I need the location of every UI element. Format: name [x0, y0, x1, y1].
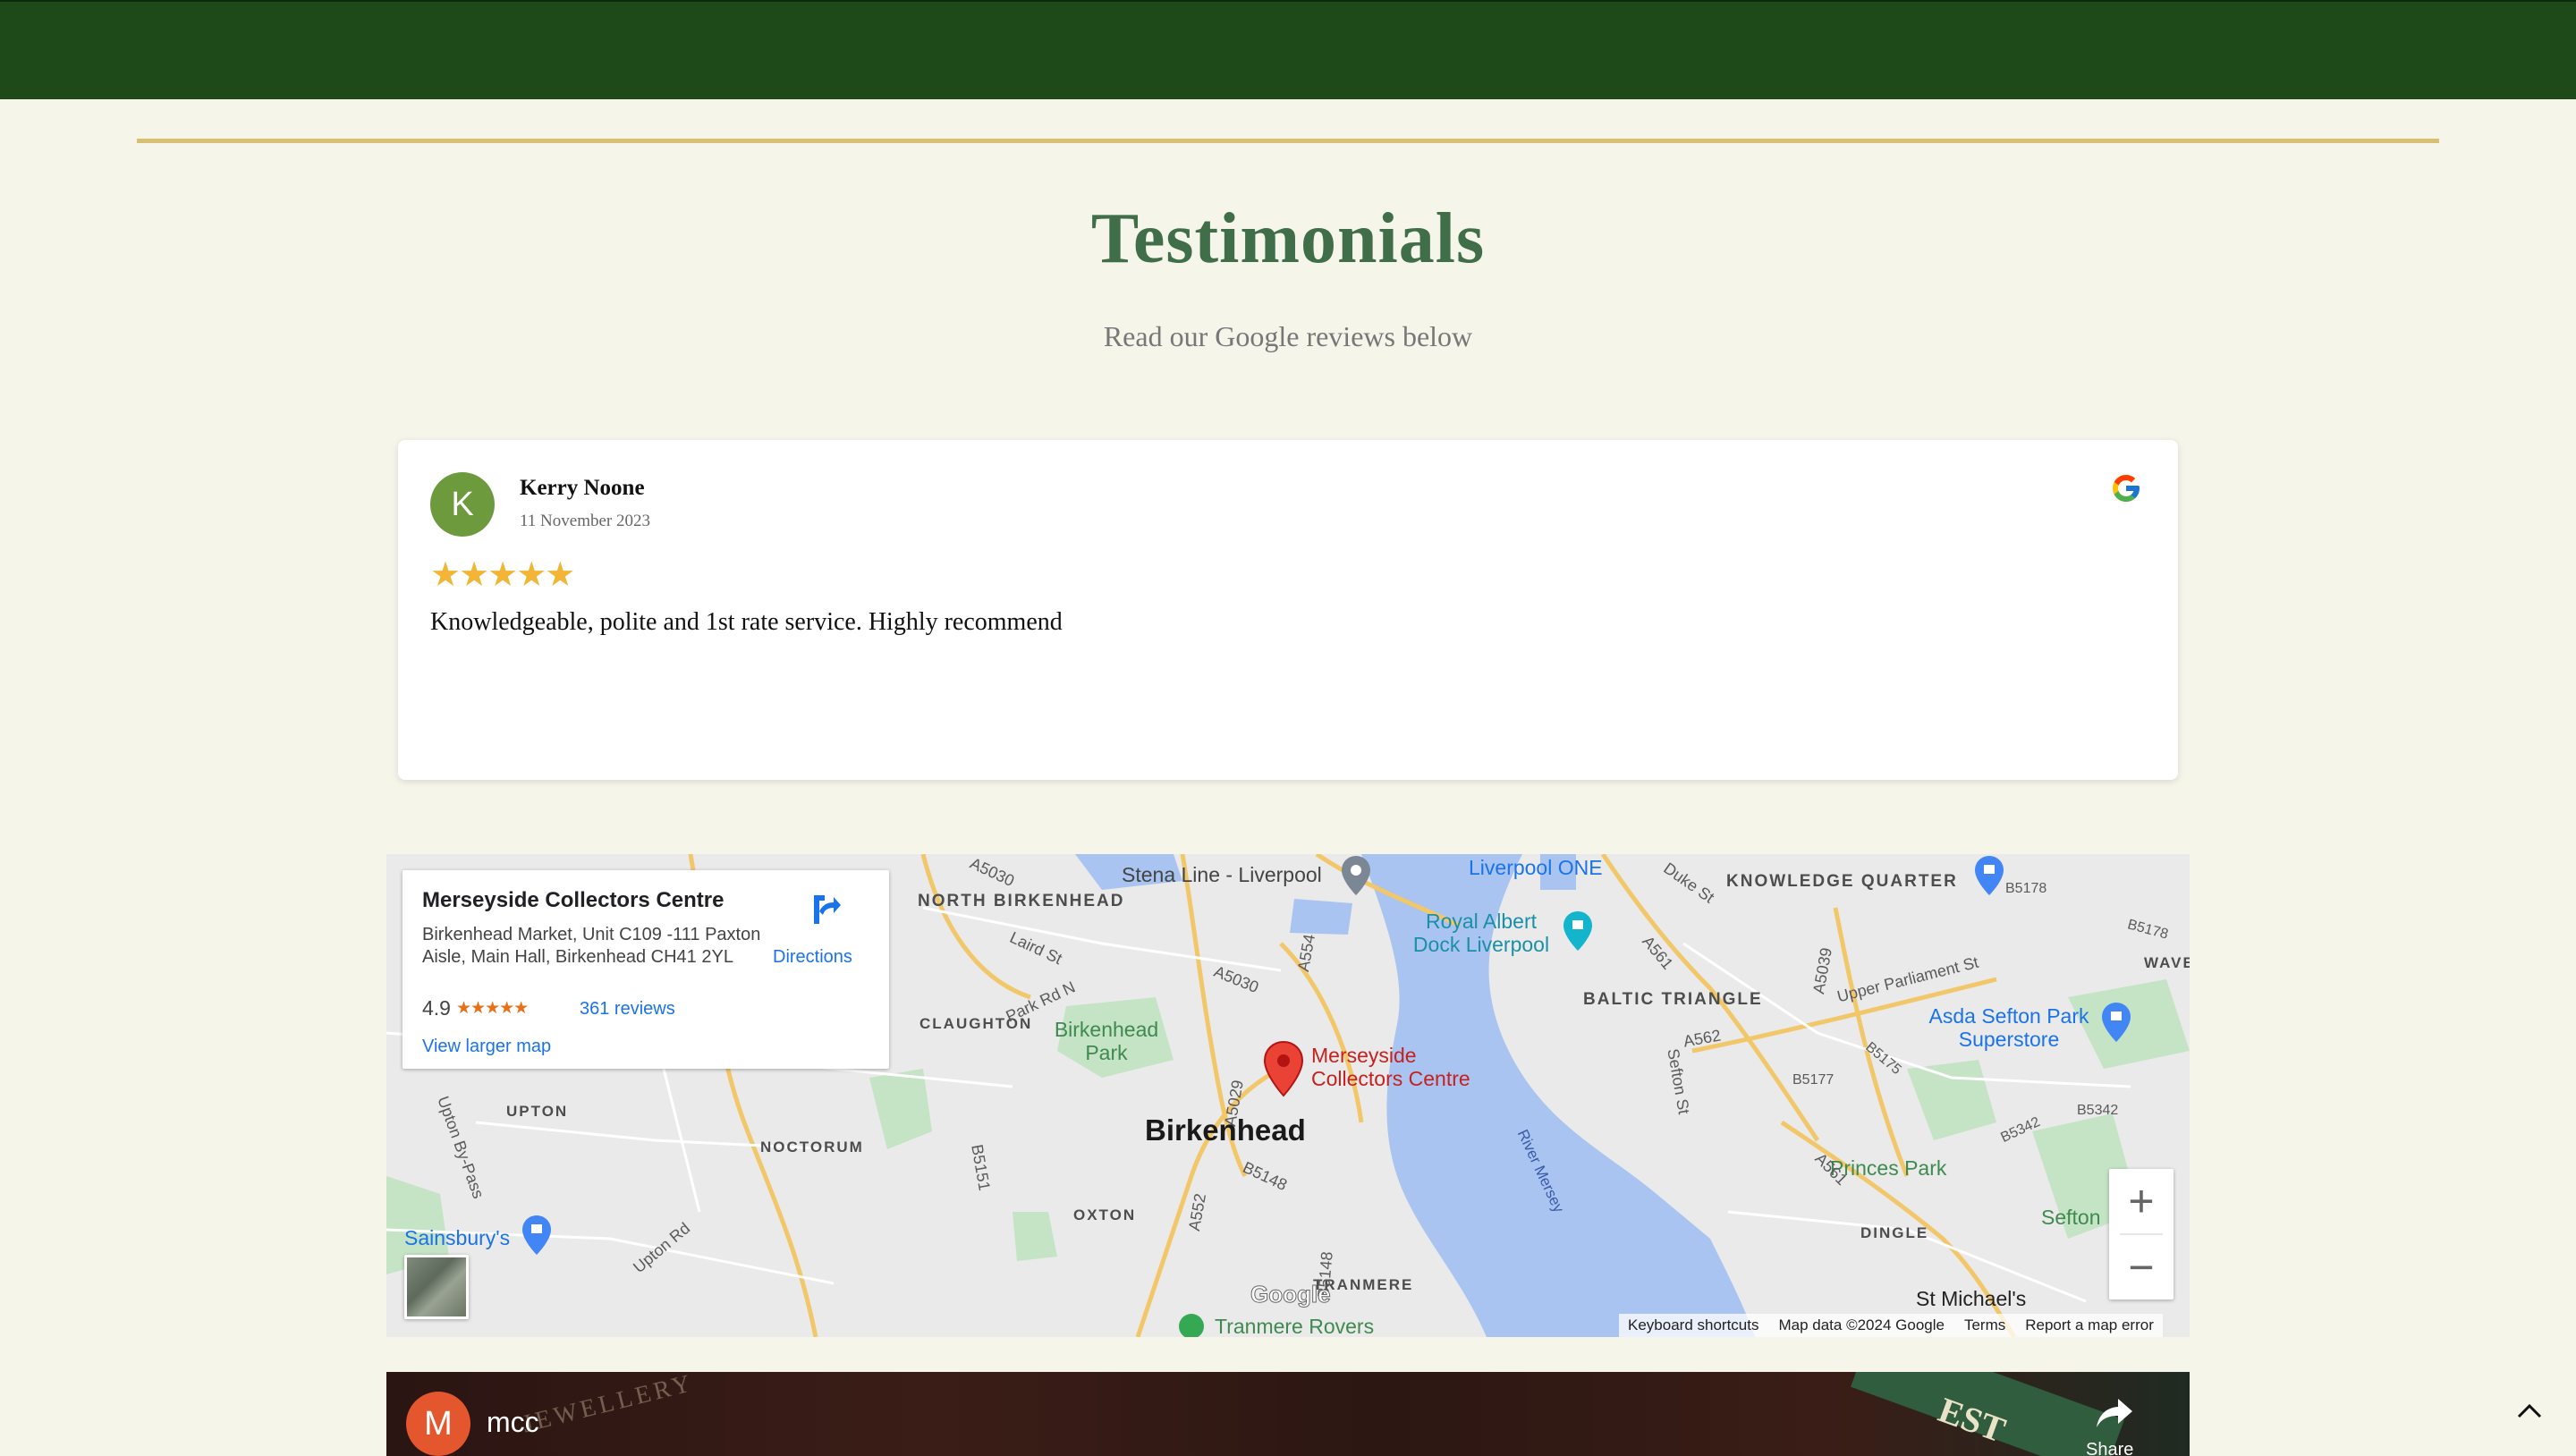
map-label-dingle: DINGLE	[1860, 1224, 1929, 1241]
zoom-controls: + −	[2109, 1169, 2174, 1299]
asda-pin-icon[interactable]	[2100, 1001, 2132, 1044]
view-larger-map-link[interactable]: View larger map	[422, 1037, 551, 1057]
map-label-wave: WAVE	[2144, 954, 2190, 971]
sainsburys-pin-icon[interactable]	[521, 1214, 553, 1257]
place-address: Birkenhead Market, Unit C109 -111 Paxton…	[422, 925, 761, 967]
ferry-pin-icon[interactable]	[1340, 854, 1372, 897]
place-rating: 4.9	[422, 996, 451, 1020]
map-label-baltic-triangle: BALTIC TRIANGLE	[1583, 990, 1763, 1009]
map-label-asda[interactable]: Asda Sefton Park Superstore	[1919, 1004, 2098, 1051]
zoom-out-button[interactable]: −	[2109, 1235, 2174, 1299]
place-info-card: Merseyside Collectors Centre Birkenhead …	[402, 870, 889, 1069]
review-text: Knowledgeable, polite and 1st rate servi…	[430, 608, 1063, 636]
map-label-birkenhead-park[interactable]: Birkenhead Park	[1044, 1018, 1169, 1064]
stadium-pin-icon[interactable]	[1177, 1312, 1206, 1337]
map-label-liverpool-one[interactable]: Liverpool ONE	[1469, 856, 1603, 880]
map-label-knowledge-quarter: KNOWLEDGE QUARTER	[1726, 872, 1958, 891]
site-header-bar	[0, 0, 2576, 99]
review-card: K Kerry Noone 11 November 2023 ★★★★★ Kno…	[398, 440, 2178, 780]
video-title[interactable]: mcc	[487, 1406, 539, 1439]
map-label-royal-albert-dock[interactable]: Royal Albert Dock Liverpool	[1410, 910, 1553, 956]
map-data-attribution: Map data ©2024 Google	[1778, 1316, 1945, 1333]
map-label-upton: UPTON	[506, 1103, 569, 1120]
map-label-sefton[interactable]: Sefton	[2041, 1206, 2101, 1230]
report-map-error-link[interactable]: Report a map error	[2025, 1316, 2154, 1334]
google-icon[interactable]	[2110, 472, 2142, 504]
review-date: 11 November 2023	[520, 512, 650, 530]
share-icon[interactable]	[2095, 1397, 2134, 1429]
map-label-b5177: B5177	[1792, 1072, 1835, 1088]
share-label[interactable]: Share	[2086, 1440, 2133, 1456]
map-label-tranmere-rovers[interactable]: Tranmere Rovers	[1215, 1315, 1374, 1337]
reviews-link[interactable]: 361 reviews	[580, 999, 675, 1020]
reviewer-name: Kerry Noone	[520, 476, 645, 500]
directions-icon[interactable]	[807, 892, 843, 927]
chevron-up-icon[interactable]	[2513, 1395, 2546, 1427]
terms-link[interactable]: Terms	[1964, 1316, 2005, 1334]
map-label-st-michaels: St Michael's	[1916, 1287, 2027, 1310]
video-thumbnail-art: JEWELLERY	[520, 1372, 697, 1439]
keyboard-shortcuts-link[interactable]: Keyboard shortcuts	[1628, 1316, 1758, 1334]
directions-link[interactable]: Directions	[773, 947, 852, 968]
map-label-noctorum: NOCTORUM	[760, 1139, 864, 1155]
museum-pin-icon[interactable]	[1562, 910, 1594, 952]
map-label-sainsburys[interactable]: Sainsbury's	[404, 1226, 510, 1250]
map-label-stena-line[interactable]: Stena Line - Liverpool	[1122, 863, 1322, 887]
map-label-b5178: B5178	[2005, 881, 2047, 896]
satellite-toggle[interactable]	[404, 1255, 469, 1319]
shopping-pin-icon[interactable]	[1973, 854, 2005, 897]
divider	[137, 139, 2439, 143]
map-label-north-birkenhead: NORTH BIRKENHEAD	[918, 892, 1125, 910]
review-stars: ★★★★★	[430, 556, 575, 594]
section-subtitle: Read our Google reviews below	[1103, 320, 1473, 352]
map-footer: Keyboard shortcuts Map data ©2024 Google…	[1619, 1314, 2163, 1337]
section-title: Testimonials	[1090, 199, 1486, 278]
video-embed[interactable]: JEWELLERY EST M mcc Share	[386, 1372, 2190, 1456]
google-watermark: Google	[1250, 1281, 1332, 1308]
map-marker-label[interactable]: Merseyside Collectors Centre	[1311, 1044, 1508, 1090]
map-label-b5342-b: B5342	[2077, 1103, 2119, 1118]
location-pin-icon[interactable]	[1263, 1040, 1304, 1097]
map-embed[interactable]: NORTH BIRKENHEAD KNOWLEDGE QUARTER BALTI…	[386, 854, 2190, 1337]
place-name: Merseyside Collectors Centre	[422, 888, 724, 912]
map-label-oxton: OXTON	[1073, 1206, 1137, 1223]
place-rating-stars: ★★★★★	[456, 999, 529, 1018]
channel-avatar[interactable]: M	[406, 1392, 470, 1456]
zoom-in-button[interactable]: +	[2109, 1169, 2174, 1233]
reviewer-avatar: K	[430, 472, 495, 537]
